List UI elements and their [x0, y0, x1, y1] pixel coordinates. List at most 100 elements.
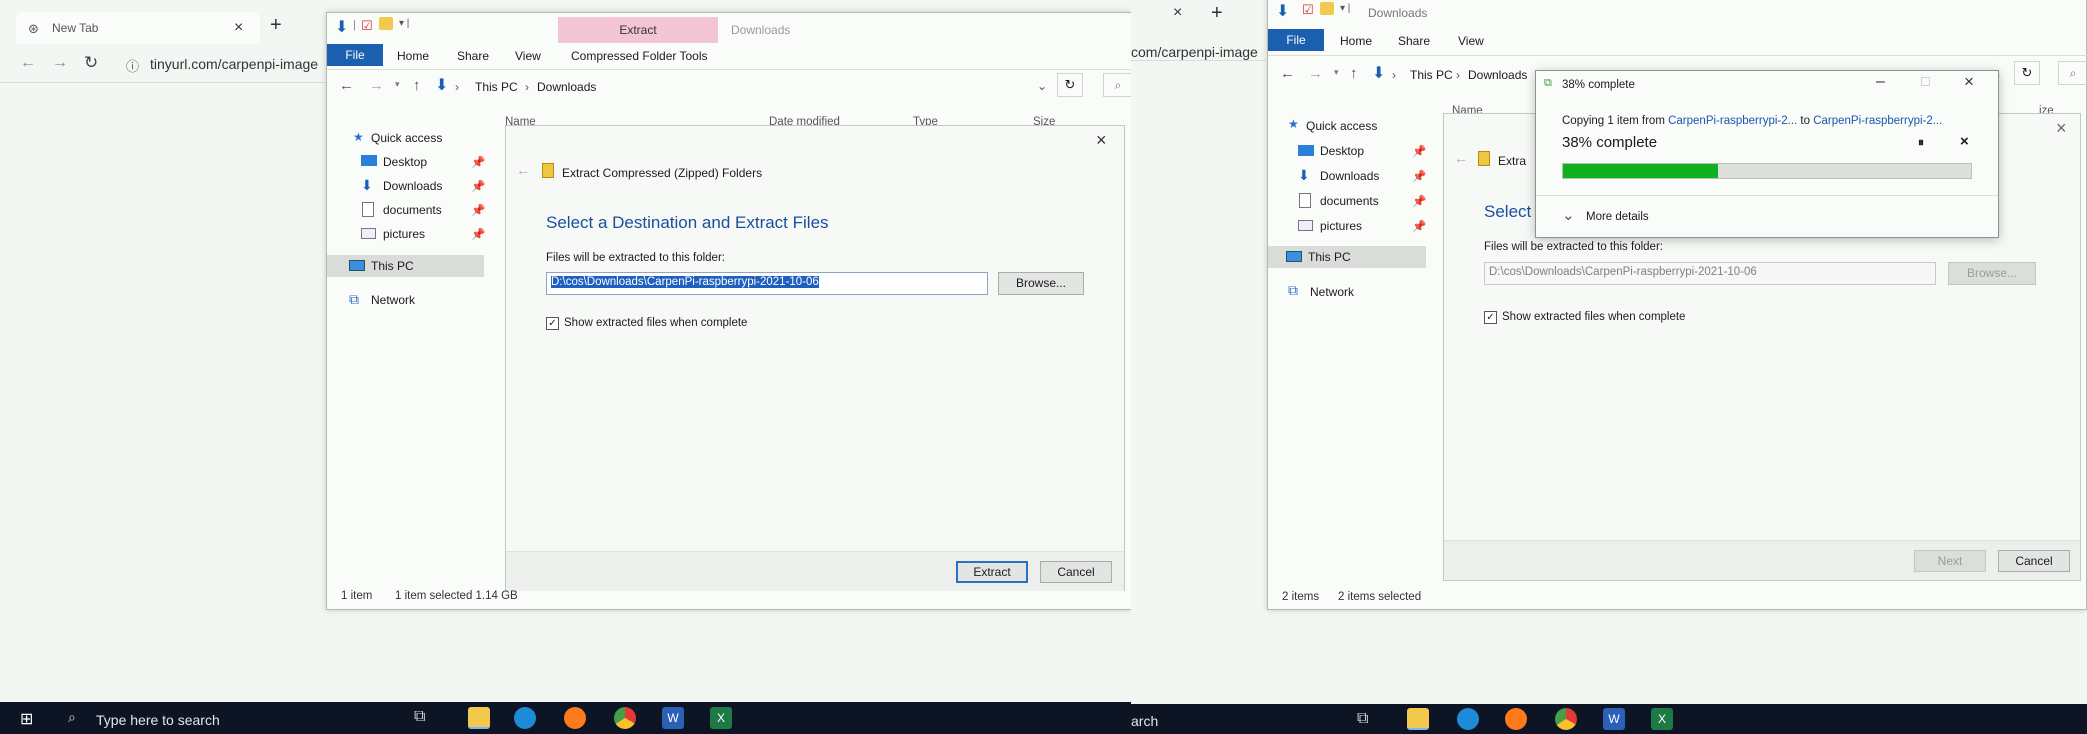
extract-button[interactable]: Extract: [956, 561, 1028, 583]
address-dropdown-icon[interactable]: ⌄: [1037, 79, 1047, 93]
pin-icon[interactable]: 📌: [1412, 144, 1426, 158]
browse-button[interactable]: Browse...: [1948, 262, 2036, 285]
browse-button[interactable]: Browse...: [998, 272, 1084, 295]
refresh-icon[interactable]: ↻: [1057, 73, 1083, 97]
copy-dest-link[interactable]: CarpenPi-raspberrypi-2...: [1813, 115, 1942, 127]
firefox-icon[interactable]: [1505, 708, 1527, 730]
nav-this-pc-selected[interactable]: This PC: [327, 255, 484, 277]
word-icon[interactable]: W: [662, 707, 684, 729]
search-icon[interactable]: ⌕: [2058, 61, 2087, 85]
nav-desktop[interactable]: Desktop: [1320, 144, 1364, 158]
breadcrumb-this-pc[interactable]: This PC: [1410, 68, 1453, 82]
word-icon[interactable]: W: [1603, 708, 1625, 730]
back-arrow-icon[interactable]: ←: [20, 54, 36, 72]
quick-access-download-icon[interactable]: ⬇: [1276, 1, 1289, 21]
ribbon-tab-view[interactable]: View: [1458, 34, 1484, 48]
browser-tab[interactable]: ⊛ New Tab ×: [16, 12, 260, 44]
nav-network[interactable]: Network: [1310, 285, 1354, 299]
address-bar[interactable]: com/carpenpi-image: [1131, 44, 1258, 60]
reload-icon[interactable]: ↻: [84, 53, 98, 73]
pin-icon[interactable]: 📌: [471, 203, 485, 217]
wizard-close-icon[interactable]: ×: [2056, 118, 2067, 139]
up-icon[interactable]: ↑: [1350, 65, 1358, 82]
excel-icon[interactable]: X: [1651, 708, 1673, 730]
ribbon-tab-compressed-folder-tools[interactable]: Compressed Folder Tools: [571, 49, 708, 63]
nav-downloads[interactable]: Downloads: [383, 179, 442, 193]
cancel-button[interactable]: Cancel: [1040, 561, 1112, 583]
refresh-icon[interactable]: ↻: [2014, 61, 2040, 85]
more-details-link[interactable]: More details: [1586, 211, 1649, 223]
qat-dropdown-icon[interactable]: ▾ |: [399, 18, 409, 29]
explorer-forward-icon[interactable]: →: [1308, 65, 1323, 82]
pin-icon[interactable]: 📌: [471, 227, 485, 241]
close-icon[interactable]: ×: [1964, 72, 1974, 92]
folder-icon[interactable]: [1320, 2, 1334, 15]
wizard-close-icon[interactable]: ×: [1096, 130, 1107, 151]
destination-input[interactable]: D:\cos\Downloads\CarpenPi-raspberrypi-20…: [546, 272, 988, 295]
properties-icon[interactable]: ☑: [361, 18, 373, 34]
explorer-forward-icon[interactable]: →: [369, 77, 384, 94]
excel-icon[interactable]: X: [710, 707, 732, 729]
nav-documents[interactable]: documents: [1320, 194, 1379, 208]
nav-this-pc-selected[interactable]: This PC: [1268, 246, 1426, 268]
windows-start-icon[interactable]: ⊞: [20, 709, 33, 729]
nav-quick-access[interactable]: Quick access: [1306, 119, 1377, 133]
search-icon[interactable]: ⌕: [1103, 73, 1131, 97]
up-icon[interactable]: ↑: [413, 77, 421, 94]
nav-downloads[interactable]: Downloads: [1320, 169, 1379, 183]
wizard-back-icon[interactable]: ←: [516, 162, 530, 178]
explorer-back-icon[interactable]: ←: [339, 77, 354, 94]
show-files-checkbox[interactable]: ✓: [1484, 311, 1497, 324]
pin-icon[interactable]: 📌: [471, 155, 485, 169]
maximize-icon[interactable]: ☐: [1920, 75, 1931, 89]
show-files-checkbox[interactable]: ✓: [546, 317, 559, 330]
quick-access-download-icon[interactable]: ⬇: [335, 17, 348, 37]
nav-pictures[interactable]: pictures: [1320, 219, 1362, 233]
nav-desktop[interactable]: Desktop: [383, 155, 427, 169]
recent-locations-icon[interactable]: ▾: [1334, 67, 1339, 78]
nav-documents[interactable]: documents: [383, 203, 442, 217]
wizard-back-icon[interactable]: ←: [1454, 150, 1468, 166]
pin-icon[interactable]: 📌: [1412, 219, 1426, 233]
tab-close-icon[interactable]: ×: [234, 19, 243, 37]
search-icon[interactable]: ⌕: [68, 709, 76, 726]
address-bar[interactable]: tinyurl.com/carpenpi-image: [150, 56, 318, 72]
edge-icon[interactable]: [1457, 708, 1479, 730]
ribbon-tab-share[interactable]: Share: [1398, 34, 1430, 48]
new-tab-icon[interactable]: +: [270, 14, 282, 37]
breadcrumb-downloads[interactable]: Downloads: [1468, 68, 1527, 82]
nav-pictures[interactable]: pictures: [383, 227, 425, 241]
new-tab-icon[interactable]: +: [1211, 2, 1223, 25]
pin-icon[interactable]: 📌: [1412, 194, 1426, 208]
explorer-back-icon[interactable]: ←: [1280, 65, 1295, 82]
minimize-icon[interactable]: –: [1876, 73, 1885, 91]
tab-close-icon[interactable]: ×: [1173, 4, 1182, 22]
pin-icon[interactable]: 📌: [1412, 169, 1426, 183]
pause-icon[interactable]: ⏸: [1918, 135, 1924, 150]
copy-source-link[interactable]: CarpenPi-raspberrypi-2...: [1668, 115, 1797, 127]
ribbon-tab-view[interactable]: View: [515, 49, 541, 63]
destination-input[interactable]: D:\cos\Downloads\CarpenPi-raspberrypi-20…: [1484, 262, 1936, 285]
recent-locations-icon[interactable]: ▾: [395, 79, 400, 90]
qat-dropdown-icon[interactable]: ▾ |: [1340, 3, 1350, 14]
ribbon-tab-share[interactable]: Share: [457, 49, 489, 63]
task-view-icon[interactable]: ⧉: [1357, 710, 1368, 728]
file-explorer-icon[interactable]: [1407, 708, 1429, 730]
folder-icon[interactable]: [379, 17, 393, 30]
edge-icon[interactable]: [514, 707, 536, 729]
task-view-icon[interactable]: ⧉: [414, 708, 425, 726]
ribbon-tab-file[interactable]: File: [1268, 29, 1324, 51]
firefox-icon[interactable]: [564, 707, 586, 729]
forward-arrow-icon[interactable]: →: [52, 54, 68, 72]
ribbon-tab-home[interactable]: Home: [397, 49, 429, 63]
properties-icon[interactable]: ☑: [1302, 2, 1314, 18]
nav-quick-access[interactable]: Quick access: [371, 131, 442, 145]
file-explorer-icon[interactable]: [468, 707, 490, 729]
breadcrumb-this-pc[interactable]: This PC: [475, 80, 518, 94]
chrome-icon[interactable]: [614, 707, 636, 729]
chrome-icon[interactable]: [1555, 708, 1577, 730]
cancel-button[interactable]: Cancel: [1998, 550, 2070, 572]
taskbar-search[interactable]: arch: [1131, 713, 1158, 729]
next-button[interactable]: Next: [1914, 550, 1986, 572]
pin-icon[interactable]: 📌: [471, 179, 485, 193]
